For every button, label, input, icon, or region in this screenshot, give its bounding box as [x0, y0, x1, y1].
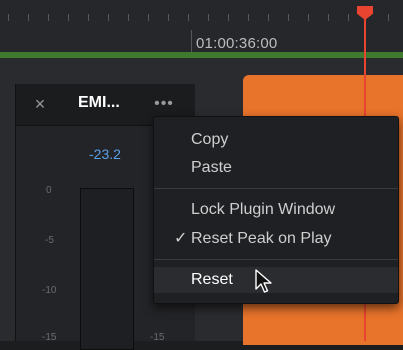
meter-scale-label: -15 [150, 332, 165, 343]
ruler-tick [128, 14, 129, 21]
menu-item-reset-peak-on-play[interactable]: ✓ Reset Peak on Play [154, 226, 398, 252]
menu-item-copy[interactable]: Copy [154, 127, 398, 153]
ruler-tick [388, 14, 389, 21]
menu-item-label: Copy [191, 131, 229, 148]
meter-scale-label: -10 [42, 285, 57, 296]
meter-scale-label: -15 [42, 332, 57, 343]
timecode-label: 01:00:36:00 [196, 35, 278, 52]
ruler-tick [208, 14, 209, 21]
menu-separator [154, 188, 398, 189]
close-icon[interactable]: × [29, 92, 51, 116]
ruler-tick [328, 14, 329, 21]
ruler-tick [8, 14, 9, 21]
mouse-pointer-icon [255, 269, 272, 293]
ruler-tick [88, 14, 89, 21]
ruler-tick [288, 14, 289, 21]
menu-item-paste[interactable]: Paste [154, 155, 398, 181]
menu-separator [154, 259, 398, 260]
ruler-tick [228, 14, 229, 21]
ruler-tick [108, 14, 109, 21]
ruler-tick [188, 14, 189, 21]
ruler-tick [308, 14, 309, 21]
ruler-tick [268, 14, 269, 21]
plugin-title: EMI... [78, 94, 120, 111]
ruler-tick [168, 14, 169, 21]
more-options-icon[interactable]: ••• [146, 92, 182, 116]
menu-item-label: Lock Plugin Window [191, 201, 336, 218]
ruler-tick [248, 14, 249, 21]
checkmark-icon: ✓ [174, 230, 188, 247]
menu-item-label: Reset Peak on Play [191, 230, 332, 247]
peak-value: -23.2 [89, 146, 121, 162]
ruler-tick [68, 14, 69, 21]
timecode-divider [191, 30, 192, 52]
context-menu: Copy Paste Lock Plugin Window ✓ Reset Pe… [153, 116, 399, 304]
menu-item-lock-plugin-window[interactable]: Lock Plugin Window [154, 197, 398, 223]
ruler-tick [48, 14, 49, 21]
meter-scale-label: -5 [45, 235, 54, 246]
meter-scale-label: 0 [46, 185, 52, 196]
ruler-tick [28, 14, 29, 21]
menu-item-label: Paste [191, 159, 232, 176]
menu-item-label: Reset [191, 271, 233, 288]
ruler-tick [348, 14, 349, 21]
level-meter [80, 188, 134, 350]
menu-item-reset[interactable]: Reset [154, 267, 398, 293]
ruler-tick [148, 14, 149, 21]
